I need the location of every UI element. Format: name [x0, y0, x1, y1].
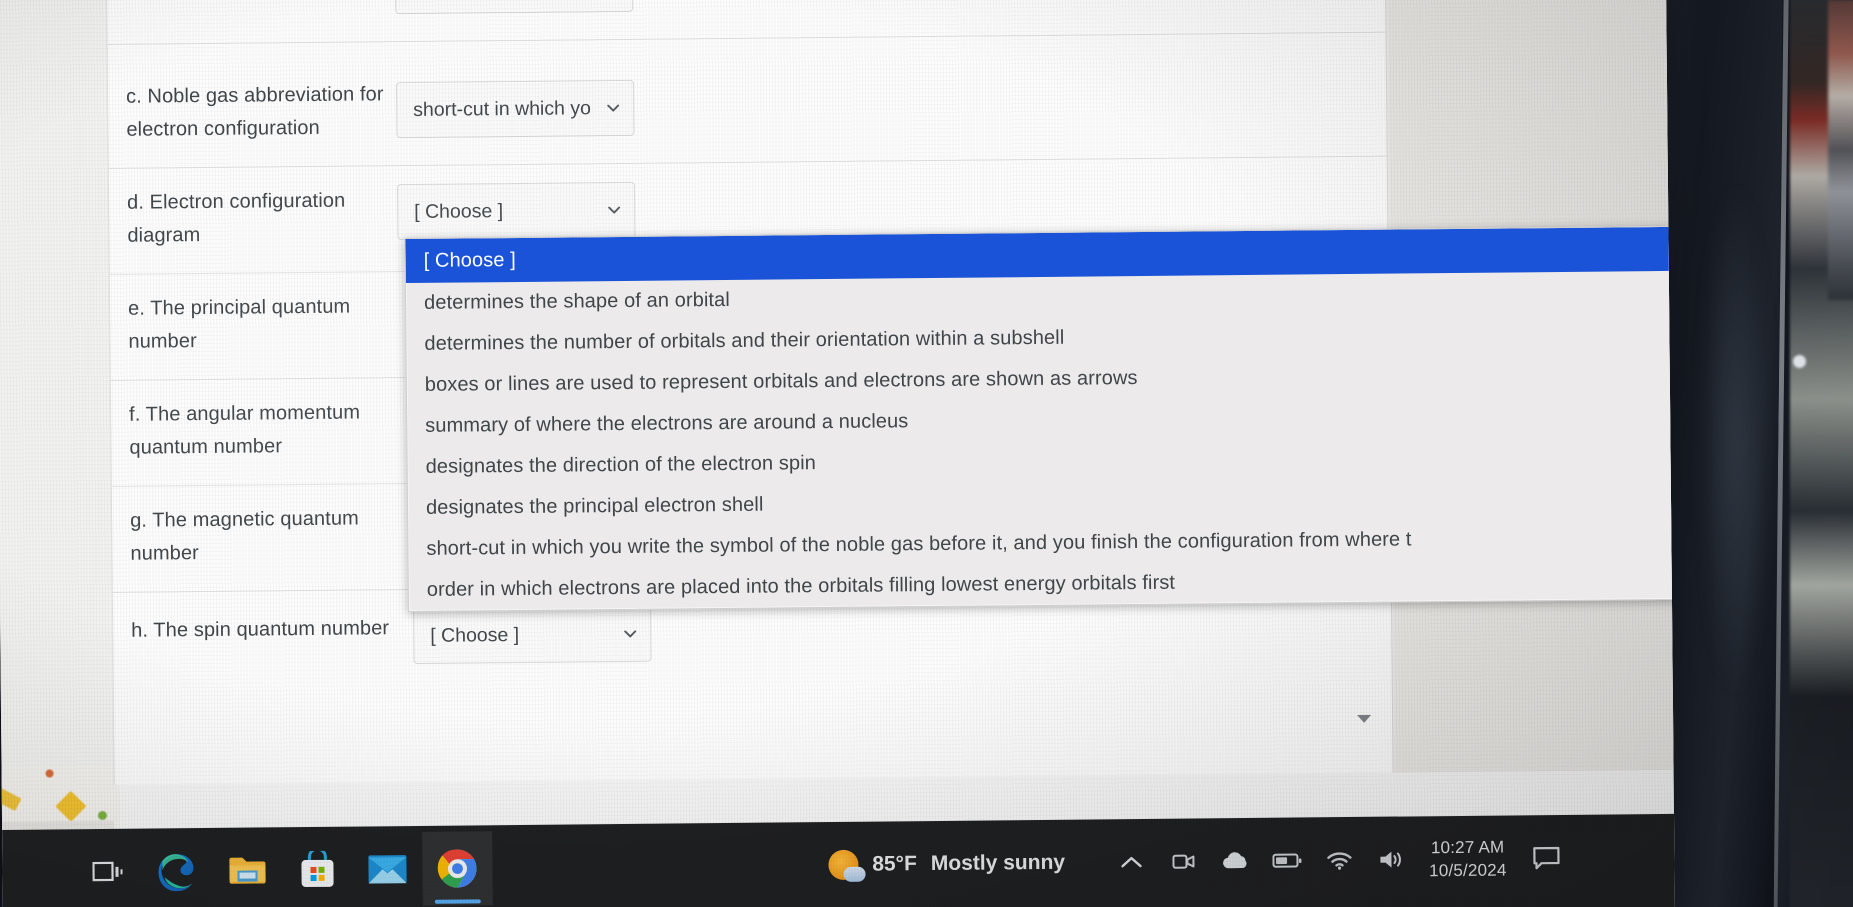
- quiz-row-c-select[interactable]: short-cut in which yo: [395, 79, 635, 139]
- quiz-row-d-control: [ Choose ]: [396, 164, 636, 241]
- windows-taskbar: 85°F Mostly sunny 10:27 AM 10/5/2024: [2, 813, 1675, 907]
- chevron-down-icon: [606, 202, 622, 218]
- chevron-down-icon: [622, 626, 638, 642]
- quiz-row-c-label: c. Noble gas abbreviation for electron c…: [125, 83, 384, 141]
- quiz-row-d-select[interactable]: [ Choose ]: [396, 181, 636, 241]
- dropdown-scroll-down-icon[interactable]: [1357, 714, 1372, 723]
- sun-behind-cloud-icon: [828, 849, 859, 881]
- quiz-row-b-control: order in which electr: [394, 0, 634, 15]
- quiz-row-e-label: e. The principal quantum number: [127, 295, 351, 353]
- microsoft-edge-icon[interactable]: [142, 834, 213, 907]
- battery-icon[interactable]: [1261, 823, 1314, 897]
- monitor-photo: b. Aufbau principle order in which elect…: [0, 0, 1853, 907]
- quiz-row-b: b. Aufbau principle order in which elect…: [106, 0, 1388, 45]
- file-explorer-icon[interactable]: [212, 833, 283, 907]
- quiz-row-d-select-value: [ Choose ]: [414, 199, 504, 223]
- background-light-reflection: [1793, 355, 1806, 368]
- onedrive-icon[interactable]: [1209, 824, 1262, 898]
- bezel-glare: [1700, 180, 1770, 700]
- select-dropdown-list[interactable]: [ Choose ] determines the shape of an or…: [404, 225, 1675, 613]
- quiz-row-d-label: d. Electron configuration diagram: [126, 189, 346, 247]
- quiz-row-c-select-value: short-cut in which yo: [413, 96, 592, 121]
- taskbar-spacer: [492, 865, 828, 868]
- weather-condition: Mostly sunny: [930, 850, 1066, 876]
- clock-time: 10:27 AM: [1430, 837, 1505, 858]
- quiz-row-f-label: f. The angular momentum quantum number: [129, 401, 361, 459]
- quiz-row-g-label: g. The magnetic quantum number: [130, 507, 359, 565]
- task-view-icon[interactable]: [72, 835, 143, 907]
- chevron-up-icon[interactable]: [1105, 825, 1158, 899]
- monitor-screen: b. Aufbau principle order in which elect…: [0, 0, 1675, 907]
- meet-now-icon[interactable]: [1157, 824, 1210, 898]
- weather-temperature: 85°F: [872, 852, 917, 876]
- wifi-icon[interactable]: [1313, 823, 1366, 897]
- quiz-row-h-select[interactable]: [ Choose ]: [412, 605, 652, 665]
- microsoft-store-icon[interactable]: [282, 833, 353, 907]
- quiz-row-c: c. Noble gas abbreviation for electron c…: [107, 50, 1389, 169]
- quiz-row-c-control: short-cut in which yo: [395, 58, 635, 139]
- weather-widget[interactable]: 85°F Mostly sunny: [828, 848, 1066, 881]
- room-top-right-background: [1828, 0, 1853, 300]
- notification-center-icon[interactable]: [1520, 821, 1573, 895]
- google-chrome-icon[interactable]: [422, 831, 493, 906]
- chevron-down-icon: [605, 100, 621, 116]
- quiz-row-b-select[interactable]: order in which electr: [394, 0, 634, 15]
- mail-icon[interactable]: [352, 832, 423, 907]
- clock-date: 10/5/2024: [1429, 860, 1507, 881]
- system-tray: [1157, 822, 1418, 898]
- volume-icon[interactable]: [1365, 822, 1418, 896]
- quiz-row-h-label: h. The spin quantum number: [131, 617, 390, 642]
- taskbar-clock[interactable]: 10:27 AM 10/5/2024: [1423, 835, 1521, 882]
- quiz-row-h-select-value: [ Choose ]: [430, 623, 520, 647]
- browser-left-gutter: [0, 0, 114, 786]
